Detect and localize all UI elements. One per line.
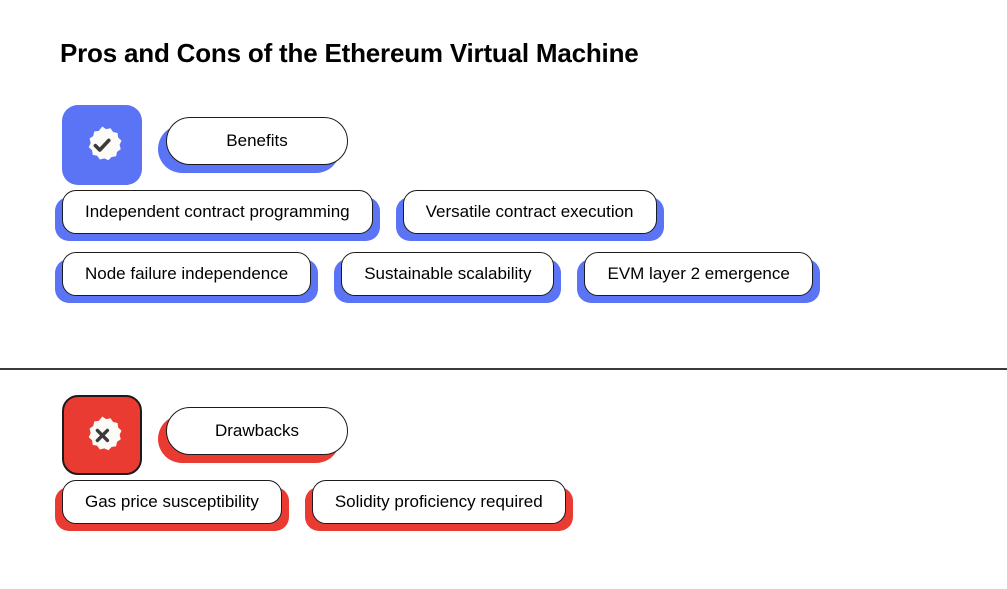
drawback-card[interactable]: Gas price susceptibility — [55, 480, 289, 531]
drawbacks-section: Drawbacks Gas price susceptibility Solid… — [0, 385, 1007, 531]
drawbacks-pill: Drawbacks — [158, 407, 348, 463]
verified-check-badge-icon — [78, 121, 126, 169]
benefits-pill-label: Benefits — [166, 117, 348, 165]
drawbacks-header-row: Drawbacks — [0, 385, 1007, 480]
page-title: Pros and Cons of the Ethereum Virtual Ma… — [60, 38, 639, 68]
drawback-card-label: Solidity proficiency required — [311, 480, 566, 524]
benefit-card-label: Versatile contract execution — [402, 190, 657, 234]
benefit-card[interactable]: Independent contract programming — [55, 190, 380, 241]
section-divider — [0, 368, 1007, 370]
benefit-card-label: EVM layer 2 emergence — [584, 252, 813, 296]
benefits-header-row: Benefits — [0, 95, 1007, 190]
benefit-card[interactable]: Versatile contract execution — [395, 190, 664, 241]
drawback-card[interactable]: Solidity proficiency required — [304, 480, 573, 531]
benefit-card-label: Sustainable scalability — [341, 252, 555, 296]
benefits-pill: Benefits — [158, 117, 348, 173]
benefits-row-2: Node failure independence Sustainable sc… — [0, 252, 1007, 303]
cross-badge-icon — [78, 411, 126, 459]
drawbacks-badge — [62, 395, 142, 475]
benefit-card-label: Independent contract programming — [62, 190, 373, 234]
drawbacks-row-1: Gas price susceptibility Solidity profic… — [0, 480, 1007, 531]
drawbacks-pill-label: Drawbacks — [166, 407, 348, 455]
benefits-section: Benefits Independent contract programmin… — [0, 95, 1007, 303]
drawback-card-label: Gas price susceptibility — [62, 480, 282, 524]
benefit-card[interactable]: Sustainable scalability — [334, 252, 562, 303]
benefit-card[interactable]: Node failure independence — [55, 252, 319, 303]
benefits-row-1: Independent contract programming Versati… — [0, 190, 1007, 241]
benefit-card-label: Node failure independence — [62, 252, 312, 296]
benefit-card[interactable]: EVM layer 2 emergence — [577, 252, 820, 303]
benefits-badge — [62, 105, 142, 185]
